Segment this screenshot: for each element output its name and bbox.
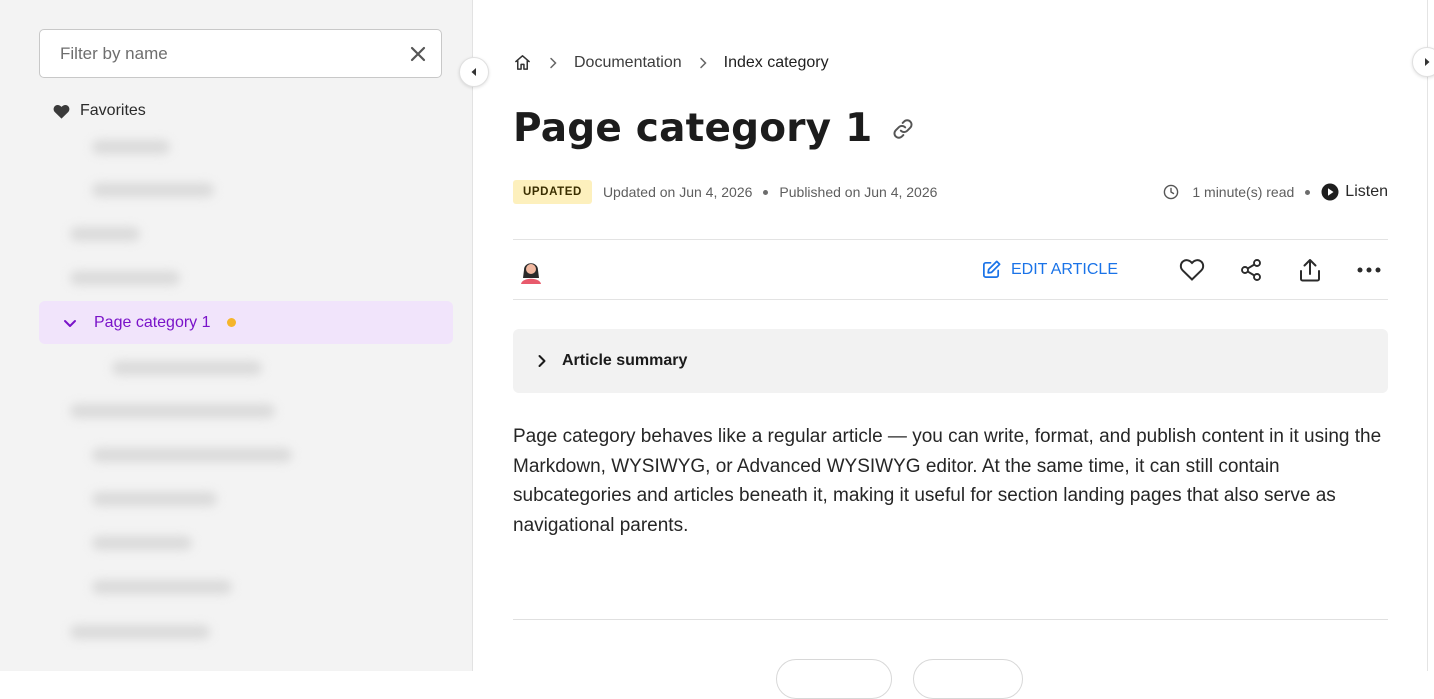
blurred-tree-item[interactable]: [70, 404, 275, 418]
article-summary-label: Article summary: [562, 352, 688, 369]
page-title: Page category 1: [513, 106, 873, 151]
chevron-right-icon: [696, 56, 710, 70]
article-toolbar: EDIT ARTICLE: [513, 239, 1388, 300]
chevron-right-icon: [535, 354, 549, 368]
blurred-tree-item[interactable]: [70, 625, 210, 639]
edit-icon: [981, 259, 1002, 280]
page-title-row: Page category 1: [513, 106, 916, 151]
tree-item-label: Page category 1: [94, 313, 211, 331]
blurred-tree-item[interactable]: [92, 492, 217, 506]
link-icon[interactable]: [890, 116, 916, 142]
listen-button[interactable]: Listen: [1321, 183, 1388, 201]
favorites-item[interactable]: Favorites: [53, 102, 146, 120]
play-icon: [1321, 183, 1339, 201]
share-icon[interactable]: [1237, 256, 1265, 284]
sidebar: Favorites Page category 1: [0, 0, 473, 671]
blurred-tree-item[interactable]: [70, 271, 180, 285]
heart-icon: [53, 104, 70, 119]
status-dot: [226, 318, 236, 327]
caret-right-icon: [1425, 58, 1430, 66]
status-badge: UPDATED: [513, 180, 592, 204]
separator-dot: [1305, 189, 1311, 195]
previous-article-button[interactable]: [776, 659, 892, 699]
article-summary-toggle[interactable]: Article summary: [513, 329, 1388, 393]
clock-icon: [1163, 184, 1179, 200]
updated-date: Updated on Jun 4, 2026: [602, 184, 753, 200]
listen-label: Listen: [1345, 183, 1388, 200]
blurred-tree-item[interactable]: [70, 227, 140, 241]
clear-icon[interactable]: [409, 45, 427, 63]
home-icon[interactable]: [513, 53, 532, 72]
blurred-tree-item[interactable]: [92, 183, 214, 197]
chevron-right-icon: [546, 56, 560, 70]
more-options-icon[interactable]: [1355, 256, 1383, 284]
read-time: 1 minute(s) read: [1192, 184, 1295, 200]
favorites-label: Favorites: [80, 102, 146, 119]
bottom-divider: [513, 619, 1388, 620]
breadcrumb-documentation[interactable]: Documentation: [574, 54, 682, 72]
tree-item-page-category-1[interactable]: Page category 1: [39, 301, 453, 344]
blurred-tree-item[interactable]: [92, 536, 192, 550]
next-article-button[interactable]: [913, 659, 1023, 699]
filter-input[interactable]: [60, 43, 409, 64]
edit-article-label: EDIT ARTICLE: [1011, 260, 1118, 278]
published-date: Published on Jun 4, 2026: [779, 184, 938, 200]
filter-box[interactable]: [39, 29, 442, 78]
caret-left-icon: [471, 68, 476, 76]
blurred-tree-item[interactable]: [112, 361, 262, 375]
blurred-tree-item[interactable]: [92, 448, 292, 462]
breadcrumb: Documentation Index category: [513, 53, 829, 72]
meta-right: 1 minute(s) read Listen: [1163, 183, 1388, 201]
chevron-down-icon[interactable]: [62, 315, 78, 331]
article-meta: UPDATED Updated on Jun 4, 2026 Published…: [513, 180, 1388, 204]
collapse-sidebar-button[interactable]: [459, 57, 489, 87]
separator-dot: [763, 189, 769, 195]
blurred-tree-item[interactable]: [92, 580, 232, 594]
edit-article-button[interactable]: EDIT ARTICLE: [981, 259, 1118, 280]
author-avatar[interactable]: [515, 254, 547, 286]
upload-icon[interactable]: [1296, 256, 1324, 284]
article-body: Page category behaves like a regular art…: [513, 426, 1382, 536]
blurred-tree-item[interactable]: [92, 140, 170, 154]
heart-outline-icon[interactable]: [1178, 256, 1206, 284]
expand-right-panel-button[interactable]: [1412, 47, 1434, 77]
right-panel-divider: [1427, 0, 1428, 671]
breadcrumb-index-category[interactable]: Index category: [724, 54, 829, 72]
